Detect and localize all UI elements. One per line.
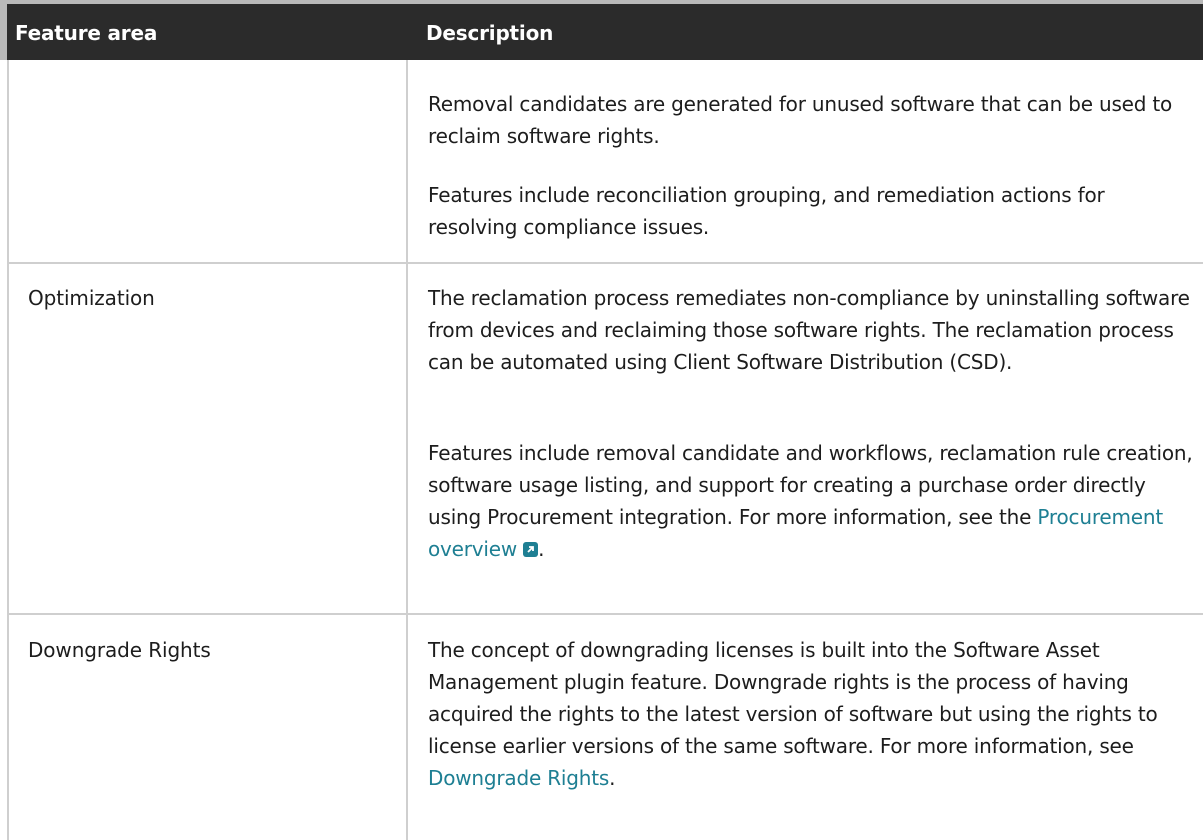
external-link-icon (523, 542, 539, 557)
header-feature-area: Feature area (15, 21, 158, 45)
row-divider-1 (7, 262, 1203, 264)
table-left-border (7, 60, 9, 840)
feature-name-downgrade-rights: Downgrade Rights (28, 638, 211, 662)
row2-description-p2: Features include removal candidate and w… (428, 437, 1193, 565)
link-suffix: . (538, 537, 545, 561)
row1-description-p2: Features include reconciliation grouping… (428, 183, 1105, 239)
row3-description-text: The concept of downgrading licenses is b… (428, 638, 1158, 758)
feature-name-optimization: Optimization (28, 286, 155, 310)
header-description: Description (426, 21, 554, 45)
table-column-divider (406, 60, 408, 840)
row2-description-p1: The reclamation process remediates non-c… (428, 286, 1190, 374)
downgrade-rights-link[interactable]: Downgrade Rights (428, 766, 609, 790)
table-header: Feature area Description (0, 0, 1203, 60)
row3-description-p1: The concept of downgrading licenses is b… (428, 634, 1193, 794)
row1-description-p1: Removal candidates are generated for unu… (428, 92, 1173, 148)
link-suffix: . (609, 766, 616, 790)
feature-table: Feature area Description Removal candida… (0, 0, 1203, 840)
row-divider-2 (7, 613, 1203, 615)
